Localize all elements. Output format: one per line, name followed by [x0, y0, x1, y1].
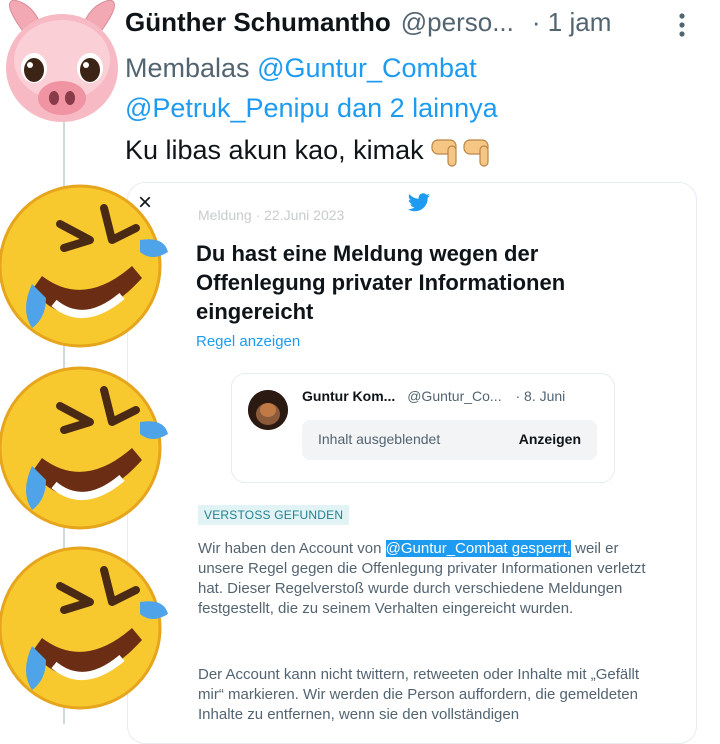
- tweet-text: Ku libas akun kao, kimak: [125, 130, 494, 170]
- reply-others[interactable]: dan 2 lainnya: [337, 93, 498, 123]
- embedded-report-card[interactable]: × Meldung · 22.Juni 2023 Du hast eine Me…: [127, 182, 697, 744]
- report-paragraph-2: Der Account kann nicht twittern, retweet…: [198, 666, 640, 723]
- report-paragraph-1: Wir haben den Account von @Guntur_Combat…: [198, 539, 658, 619]
- laughing-tears-emoji: [0, 546, 168, 710]
- show-button[interactable]: Anzeigen: [519, 431, 581, 447]
- report-title: Du hast eine Meldung wegen der Offenlegu…: [196, 241, 566, 324]
- reply-mention-1[interactable]: @Guntur_Combat: [257, 53, 477, 83]
- laughing-tears-emoji: [0, 366, 168, 530]
- hidden-content-box: Inhalt ausgeblendet Anzeigen: [302, 420, 597, 460]
- quoted-header: Guntur Kom... @Guntur_Co... · 8. Juni: [302, 388, 565, 404]
- twitter-bird-icon: [408, 193, 430, 212]
- quoted-name[interactable]: Guntur Kom...: [302, 388, 395, 404]
- quoted-avatar[interactable]: [248, 390, 288, 430]
- reply-prefix: Membalas: [125, 53, 250, 83]
- para1-highlight[interactable]: @Guntur_Combat gesperrt,: [385, 540, 571, 557]
- tweet-header: Günther Schumantho @perso... · 1 jam: [125, 4, 685, 40]
- tweet-body: Ku libas akun kao, kimak: [125, 135, 424, 165]
- quoted-date: · 8. Juni: [515, 388, 566, 404]
- quoted-handle[interactable]: @Guntur_Co...: [407, 388, 501, 404]
- more-vertical-icon[interactable]: [670, 10, 694, 42]
- reply-context-2: @Petruk_Penipu dan 2 lainnya: [125, 88, 498, 128]
- pig-avatar[interactable]: [0, 0, 124, 128]
- reply-context: Membalas @Guntur_Combat: [125, 48, 477, 88]
- report-meta: Meldung · 22.Juni 2023: [198, 207, 345, 223]
- hidden-content-label: Inhalt ausgeblendet: [318, 431, 441, 447]
- laughing-tears-emoji: [0, 184, 168, 348]
- quoted-tweet[interactable]: Guntur Kom... @Guntur_Co... · 8. Juni In…: [231, 373, 615, 483]
- pointing-down-emoji: [430, 132, 494, 168]
- author-name[interactable]: Günther Schumantho: [125, 7, 391, 38]
- tweet-time[interactable]: · 1 jam: [532, 7, 611, 38]
- view-rule-link[interactable]: Regel anzeigen: [196, 333, 300, 350]
- para1-start: Wir haben den Account von: [198, 540, 386, 557]
- reply-mention-2[interactable]: @Petruk_Penipu: [125, 93, 330, 123]
- author-handle[interactable]: @perso...: [401, 7, 514, 38]
- violation-badge: VERSTOSS GEFUNDEN: [198, 505, 350, 525]
